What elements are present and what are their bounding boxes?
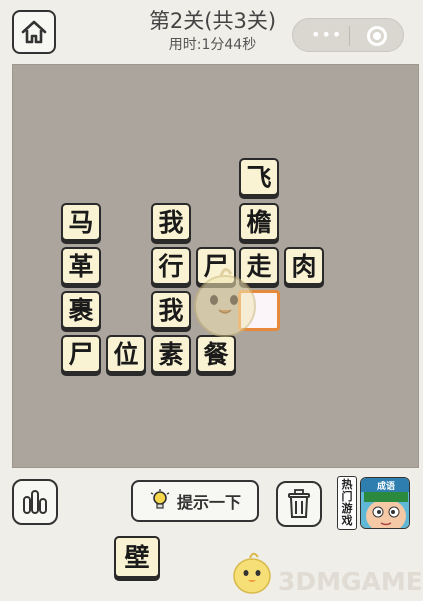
game-thumb-label: 成语 <box>377 480 395 492</box>
level-title: 第2关(共3关) <box>148 9 277 33</box>
hot-games-label[interactable]: 热 门 游 戏 <box>337 476 357 530</box>
hint-button-label: 提示一下 <box>176 493 241 512</box>
board-tile[interactable]: 尸 <box>196 247 236 285</box>
top-bar: 第2关(共3关) 用时:1分44秒 ••• <box>0 0 423 62</box>
empty-answer-slot[interactable] <box>238 290 280 331</box>
board-tile[interactable]: 革 <box>61 247 101 285</box>
brand-watermark-text: 3DMGAME <box>278 567 423 596</box>
bar-chart-icon <box>23 490 47 514</box>
stats-button[interactable] <box>12 479 58 525</box>
board-tile[interactable]: 檐 <box>239 203 279 241</box>
candidate-tile[interactable]: 壁 <box>114 536 160 578</box>
board-tile[interactable]: 餐 <box>196 335 236 373</box>
board-tile[interactable]: 马 <box>61 203 101 241</box>
capsule-divider <box>349 26 350 46</box>
home-button[interactable] <box>12 10 56 54</box>
lightbulb-icon <box>150 489 170 509</box>
home-icon <box>21 20 47 44</box>
board-tile[interactable]: 我 <box>151 291 191 329</box>
elapsed-time: 用时:1分44秒 <box>168 37 257 53</box>
board-tile[interactable]: 我 <box>151 203 191 241</box>
board-tile[interactable]: 裹 <box>61 291 101 329</box>
board-tile[interactable]: 素 <box>151 335 191 373</box>
more-menu-button[interactable]: ••• <box>311 27 342 43</box>
board-tile[interactable]: 肉 <box>284 247 324 285</box>
chick-logo-icon <box>233 552 271 594</box>
brand-watermark: 3DMGAME <box>228 548 423 598</box>
close-miniprogram-icon[interactable] <box>367 26 387 46</box>
board-tile[interactable]: 飞 <box>239 158 279 196</box>
miniprogram-capsule: ••• <box>292 18 404 52</box>
clear-button[interactable] <box>276 481 322 527</box>
board-tile[interactable]: 尸 <box>61 335 101 373</box>
board-tile[interactable]: 走 <box>239 247 279 285</box>
hot-games-char: 戏 <box>341 514 353 527</box>
board-tile[interactable]: 位 <box>106 335 146 373</box>
trash-icon <box>288 489 310 518</box>
hot-game-thumbnail[interactable]: 成语 <box>360 477 410 529</box>
game-face-icon: 成语 <box>361 478 409 528</box>
game-board: 飞 马 我 檐 革 行 尸 走 肉 裹 我 尸 位 素 餐 <box>12 64 419 468</box>
hint-button[interactable]: 提示一下 <box>131 480 259 522</box>
board-tile[interactable]: 行 <box>151 247 191 285</box>
